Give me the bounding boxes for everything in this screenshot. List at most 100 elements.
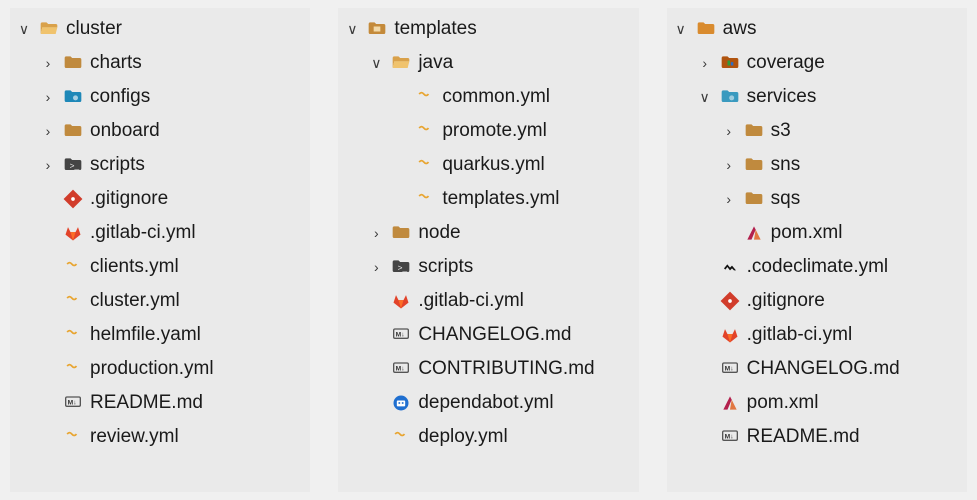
chevron-right-icon[interactable]: ›	[40, 89, 56, 105]
chevron-right-icon[interactable]: ›	[697, 55, 713, 71]
tree-item-label: templates.yml	[442, 188, 559, 210]
yml-icon	[62, 290, 84, 312]
tree-item[interactable]: ›node	[344, 216, 630, 250]
tree-item[interactable]: M↓ README.md	[16, 386, 302, 420]
yml-icon	[62, 324, 84, 346]
tree-item-label: CHANGELOG.md	[747, 358, 900, 380]
svg-text:M↓: M↓	[68, 399, 77, 406]
file-tree: ∨cluster›charts›configs›onboard›>_script…	[16, 12, 302, 454]
yml-icon	[390, 426, 412, 448]
tree-item-label: README.md	[90, 392, 203, 414]
svg-text:M↓: M↓	[724, 365, 733, 372]
tree-item[interactable]: ∨java	[344, 46, 630, 80]
chevron-down-icon[interactable]: ∨	[368, 55, 384, 72]
folder-icon	[743, 188, 765, 210]
chevron-right-icon[interactable]: ›	[721, 157, 737, 173]
tree-item[interactable]: ∨cluster	[16, 12, 302, 46]
tree-item[interactable]: › sqs	[673, 182, 959, 216]
tree-item[interactable]: ∨ services	[673, 80, 959, 114]
maven-icon	[719, 392, 741, 414]
tree-item-label: sqs	[771, 188, 801, 210]
tree-item-label: onboard	[90, 120, 160, 142]
folder-config-icon	[62, 86, 84, 108]
chevron-right-icon[interactable]: ›	[721, 123, 737, 139]
tree-item[interactable]: › >_ scripts	[344, 250, 630, 284]
tree-item[interactable]: ∨templates	[344, 12, 630, 46]
tree-item-label: services	[747, 86, 817, 108]
tree-item[interactable]: ›coverage	[673, 46, 959, 80]
tree-item-label: aws	[723, 18, 757, 40]
tree-item[interactable]: .gitlab-ci.yml	[344, 284, 630, 318]
yml-icon	[414, 188, 436, 210]
gitlab-icon	[390, 290, 412, 312]
tree-item[interactable]: clients.yml	[16, 250, 302, 284]
folder-icon	[743, 120, 765, 142]
file-tree-panel: ∨aws›coverage∨services›s3›sns›sqspom.xml…	[667, 8, 967, 492]
tree-item[interactable]: production.yml	[16, 352, 302, 386]
tree-item[interactable]: M↓CONTRIBUTING.md	[344, 352, 630, 386]
tree-item-label: common.yml	[442, 86, 550, 108]
gitignore-icon	[62, 188, 84, 210]
chevron-right-icon[interactable]: ›	[721, 191, 737, 207]
tree-item-label: clients.yml	[90, 256, 179, 278]
tree-item[interactable]: M↓ CHANGELOG.md	[673, 352, 959, 386]
tree-item-label: CHANGELOG.md	[418, 324, 571, 346]
tree-item[interactable]: ›configs	[16, 80, 302, 114]
tree-item[interactable]: ›s3	[673, 114, 959, 148]
tree-item-label: dependabot.yml	[418, 392, 553, 414]
chevron-right-icon[interactable]: ›	[40, 55, 56, 71]
svg-text:>_: >_	[398, 262, 408, 272]
tree-item[interactable]: .codeclimate.yml	[673, 250, 959, 284]
tree-item-label: scripts	[418, 256, 473, 278]
yml-icon	[62, 426, 84, 448]
tree-item-label: review.yml	[90, 426, 179, 448]
tree-item[interactable]: quarkus.yml	[344, 148, 630, 182]
folder-coverage-icon	[719, 52, 741, 74]
tree-item[interactable]: ›>_scripts	[16, 148, 302, 182]
tree-item-label: CONTRIBUTING.md	[418, 358, 594, 380]
tree-item[interactable]: M↓README.md	[673, 420, 959, 454]
tree-item[interactable]: .gitignore	[673, 284, 959, 318]
tree-item[interactable]: templates.yml	[344, 182, 630, 216]
tree-item[interactable]: ›sns	[673, 148, 959, 182]
tree-item[interactable]: .gitlab-ci.yml	[16, 216, 302, 250]
file-tree: ∨templates∨java common.yml promote.ymlquar…	[344, 12, 630, 454]
tree-item[interactable]: deploy.yml	[344, 420, 630, 454]
dependabot-icon	[390, 392, 412, 414]
tree-item[interactable]: common.yml	[344, 80, 630, 114]
tree-item[interactable]: .gitignore	[16, 182, 302, 216]
chevron-down-icon[interactable]: ∨	[697, 89, 713, 106]
tree-item[interactable]: promote.yml	[344, 114, 630, 148]
md-icon: M↓	[62, 392, 84, 414]
chevron-down-icon[interactable]: ∨	[16, 21, 32, 38]
tree-item-label: pom.xml	[771, 222, 843, 244]
tree-item-label: helmfile.yaml	[90, 324, 201, 346]
chevron-right-icon[interactable]: ›	[40, 123, 56, 139]
folder-icon	[62, 52, 84, 74]
yml-icon	[62, 256, 84, 278]
tree-item[interactable]: review.yml	[16, 420, 302, 454]
folder-open-icon	[38, 18, 60, 40]
tree-item[interactable]: helmfile.yaml	[16, 318, 302, 352]
tree-item[interactable]: cluster.yml	[16, 284, 302, 318]
tree-item[interactable]: ›charts	[16, 46, 302, 80]
file-tree-panel: ∨cluster›charts›configs›onboard›>_script…	[10, 8, 310, 492]
chevron-right-icon[interactable]: ›	[368, 259, 384, 275]
tree-item[interactable]: ∨ aws	[673, 12, 959, 46]
tree-item[interactable]: pom.xml	[673, 386, 959, 420]
codeclimate-icon	[719, 256, 741, 278]
chevron-down-icon[interactable]: ∨	[673, 21, 689, 38]
chevron-down-icon[interactable]: ∨	[344, 21, 360, 38]
tree-item[interactable]: M↓ CHANGELOG.md	[344, 318, 630, 352]
chevron-right-icon[interactable]: ›	[368, 225, 384, 241]
tree-item[interactable]: dependabot.yml	[344, 386, 630, 420]
folder-scripts-icon: >_	[390, 256, 412, 278]
yml-icon	[414, 86, 436, 108]
svg-text:M↓: M↓	[396, 331, 405, 338]
folder-services-icon	[719, 86, 741, 108]
tree-item[interactable]: pom.xml	[673, 216, 959, 250]
tree-item[interactable]: › onboard	[16, 114, 302, 148]
chevron-right-icon[interactable]: ›	[40, 157, 56, 173]
tree-item[interactable]: .gitlab-ci.yml	[673, 318, 959, 352]
tree-item-label: README.md	[747, 426, 860, 448]
